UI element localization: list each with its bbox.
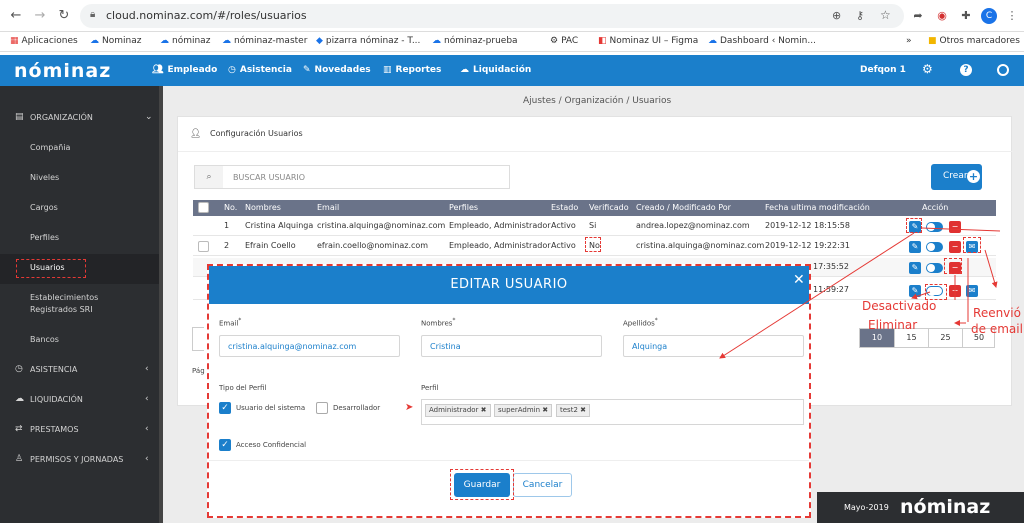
arrow-row-line bbox=[921, 227, 1001, 232]
annotation-reenvio: Reenvió de email bbox=[971, 306, 1023, 336]
arrow-toggle bbox=[911, 291, 931, 300]
annotation-desactivado: Desactivado bbox=[862, 299, 937, 313]
annotation-eliminar: Eliminar bbox=[868, 318, 918, 332]
arrow-mail bbox=[984, 249, 998, 288]
arrow-edit-to-modal bbox=[719, 232, 915, 359]
annotation-arrows bbox=[719, 227, 1001, 359]
